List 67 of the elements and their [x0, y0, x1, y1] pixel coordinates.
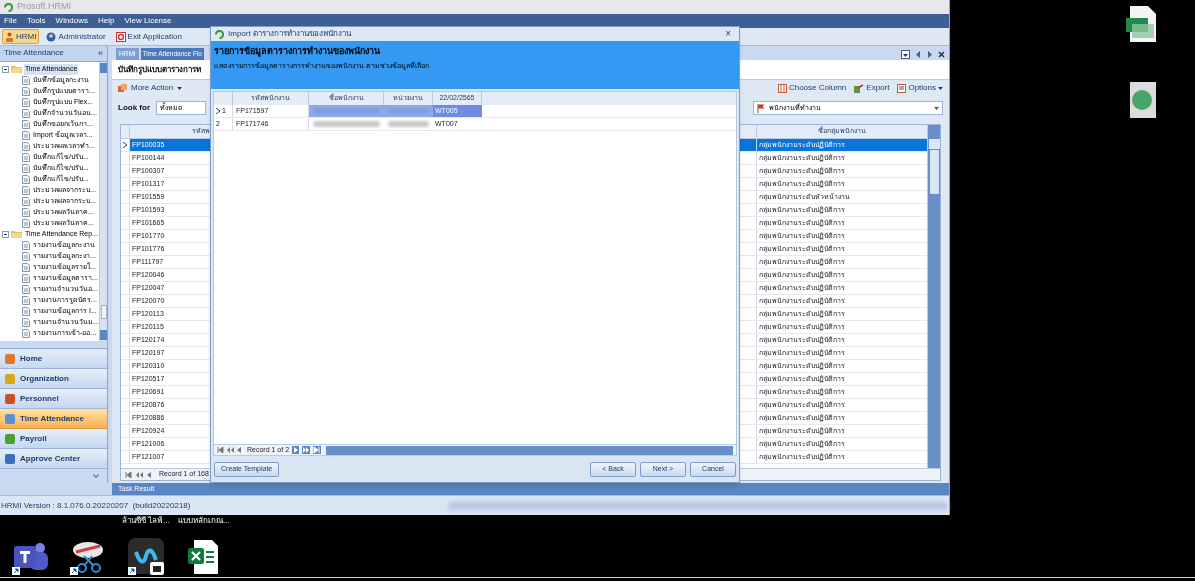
next-page-icon[interactable]: [302, 446, 311, 454]
collapse-icon[interactable]: [2, 65, 9, 73]
caret-icon: [938, 86, 943, 90]
scrollbar[interactable]: [99, 61, 107, 342]
folder-icon: [11, 230, 22, 239]
window-title: Prosoft HRMI: [17, 0, 71, 14]
toolbar-button[interactable]: Export: [854, 82, 890, 94]
panel-title: Time Attendance: [4, 47, 64, 60]
dialog-title: Import ตารางการทำงานของพนักงาน: [228, 28, 353, 40]
nav-button[interactable]: Organization: [0, 369, 107, 390]
look-for-label: Look for: [118, 102, 150, 114]
dropdown-icon[interactable]: [901, 50, 910, 59]
blurred-text: [388, 121, 429, 127]
nav-button[interactable]: Time Attendance: [0, 409, 107, 430]
spreadsheet-app-icon[interactable]: [186, 538, 220, 576]
app-logo-icon: [4, 2, 13, 12]
horizontal-scrollbar[interactable]: [326, 445, 733, 455]
menu-item[interactable]: Tools: [26, 15, 46, 27]
scroll-left-icon[interactable]: [916, 51, 921, 58]
menu-item[interactable]: Windows: [55, 15, 89, 27]
chevron-down-icon[interactable]: [93, 474, 99, 479]
more-action-button[interactable]: More Action: [118, 82, 183, 94]
caret-icon: [934, 106, 939, 110]
close-button[interactable]: ×: [725, 29, 735, 39]
blurred-text: [313, 121, 380, 127]
last-page-icon[interactable]: [313, 446, 322, 454]
nav-button[interactable]: Payroll: [0, 429, 107, 450]
toolbar-button[interactable]: Options: [897, 82, 943, 94]
desktop-icon-label[interactable]: ล้านซีซี ไลฟ์...: [122, 515, 170, 527]
desktop-icon-label[interactable]: แบบหลักเกณ...: [177, 515, 230, 527]
columns-icon: [777, 83, 787, 93]
menu-item[interactable]: File: [4, 15, 17, 27]
scrollbar[interactable]: [927, 125, 940, 468]
nav-button[interactable]: Approve Center: [0, 449, 107, 470]
close-icon[interactable]: [938, 51, 945, 58]
options-icon: [897, 83, 907, 93]
collapse-icon[interactable]: [2, 230, 9, 238]
person-icon: [5, 31, 14, 42]
page-heading: บันทึกรูปแบบตารางการท: [118, 63, 201, 76]
menu-item[interactable]: View License: [124, 15, 172, 27]
exit-icon: [115, 31, 126, 42]
row-pointer-icon: [123, 142, 127, 148]
menu-item[interactable]: Help: [98, 15, 115, 27]
folder-icon: [11, 65, 22, 74]
previous-page-icon[interactable]: [227, 447, 234, 453]
toolbar-button[interactable]: Exit Application: [112, 29, 185, 44]
scroll-right-icon[interactable]: [927, 51, 932, 58]
toolbar-button[interactable]: Administrator: [43, 29, 109, 44]
first-page-icon[interactable]: [217, 447, 224, 453]
first-page-icon[interactable]: [125, 471, 132, 478]
version-text: HRMI Version : 8.1.076.0.20220207 (build20220218): [1, 499, 191, 512]
export-icon: [854, 83, 865, 93]
toolbar-button[interactable]: HRMI: [2, 29, 40, 44]
row-pointer-icon: [216, 108, 220, 114]
next-icon[interactable]: [292, 446, 300, 454]
actions-icon: [118, 83, 127, 93]
caret-icon: [177, 86, 183, 90]
flag-icon: [757, 103, 766, 113]
toolbar-button[interactable]: Choose Column: [777, 82, 847, 94]
previous-icon[interactable]: [237, 447, 241, 453]
app-logo-icon: [215, 29, 224, 39]
collapse-button[interactable]: «: [98, 48, 103, 58]
dialog-heading: รายการข้อมูลตารางการทำงานของพนักงาน: [214, 45, 381, 59]
nav-button[interactable]: Personnel: [0, 389, 107, 410]
nav-button[interactable]: Home: [0, 349, 107, 370]
previous-page-icon[interactable]: [136, 471, 143, 478]
previous-icon[interactable]: [147, 471, 151, 478]
